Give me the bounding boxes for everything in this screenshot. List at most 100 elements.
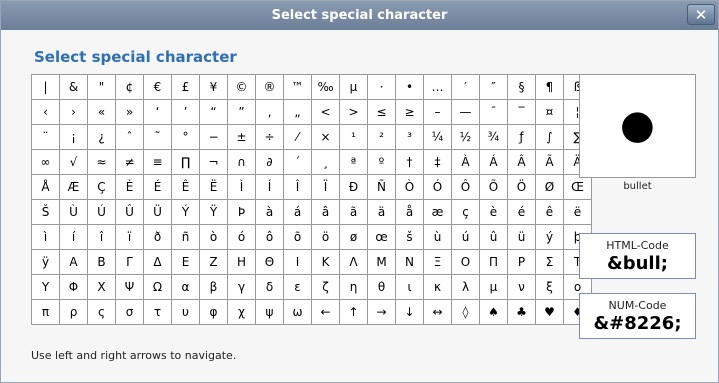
character-cell[interactable]: | [31,74,60,100]
character-cell[interactable]: Ζ [199,249,228,275]
character-cell[interactable]: Ç [87,174,116,200]
character-cell[interactable]: ë [563,199,592,225]
character-cell[interactable]: å [395,199,424,225]
character-cell[interactable]: ý [535,224,564,250]
character-cell[interactable]: ≈ [87,149,116,175]
character-cell[interactable]: Û [115,199,144,225]
character-cell[interactable]: è [479,199,508,225]
character-cell[interactable]: − [199,124,228,150]
character-cell[interactable]: δ [255,274,284,300]
character-cell[interactable]: ⁄ [283,124,312,150]
character-cell[interactable]: " [87,74,116,100]
character-cell[interactable]: Ê [171,174,200,200]
character-cell[interactable]: ¹ [339,124,368,150]
character-cell[interactable]: η [339,274,368,300]
character-cell[interactable]: Χ [87,274,116,300]
character-cell[interactable]: á [283,199,312,225]
character-cell[interactable]: é [507,199,536,225]
character-cell[interactable]: χ [227,299,256,325]
character-cell[interactable]: ´ [283,149,312,175]
character-cell[interactable]: Σ [535,249,564,275]
character-cell[interactable]: γ [227,274,256,300]
character-cell[interactable]: ≤ [367,99,396,125]
character-cell[interactable]: Ù [59,199,88,225]
character-cell[interactable]: ¼ [423,124,452,150]
character-cell[interactable]: × [311,124,340,150]
character-cell[interactable]: Φ [59,274,88,300]
character-cell[interactable]: < [311,99,340,125]
character-cell[interactable]: Γ [115,249,144,275]
character-cell[interactable]: Ð [339,174,368,200]
character-cell[interactable]: – [423,99,452,125]
character-cell[interactable]: ς [87,299,116,325]
character-cell[interactable]: Å [31,174,60,200]
character-cell[interactable]: Υ [31,274,60,300]
character-cell[interactable]: ∏ [171,149,200,175]
character-cell[interactable]: ½ [451,124,480,150]
character-cell[interactable]: ° [171,124,200,150]
character-cell[interactable]: ‰ [311,74,340,100]
character-cell[interactable]: ø [339,224,368,250]
character-cell[interactable]: ← [311,299,340,325]
character-cell[interactable]: Ÿ [199,199,228,225]
character-cell[interactable]: ′ [451,74,480,100]
character-cell[interactable]: Õ [479,174,508,200]
character-cell[interactable]: & [59,74,88,100]
character-cell[interactable]: Â [507,149,536,175]
character-cell[interactable]: ↓ [395,299,424,325]
character-cell[interactable]: θ [367,274,396,300]
character-cell[interactable]: ∂ [255,149,284,175]
character-cell[interactable]: ™ [283,74,312,100]
character-cell[interactable]: ® [255,74,284,100]
character-cell[interactable]: ∩ [227,149,256,175]
character-cell[interactable]: ƒ [507,124,536,150]
character-cell[interactable]: Α [59,249,88,275]
title-bar[interactable]: Select special character ✕ [1,1,718,30]
character-cell[interactable]: ñ [171,224,200,250]
character-cell[interactable]: « [87,99,116,125]
character-cell[interactable]: ζ [311,274,340,300]
character-cell[interactable]: â [311,199,340,225]
character-cell[interactable]: Á [479,149,508,175]
character-cell[interactable]: ì [31,224,60,250]
character-cell[interactable]: Ρ [507,249,536,275]
character-cell[interactable]: ó [227,224,256,250]
character-cell[interactable]: · [367,74,396,100]
character-cell[interactable]: ª [339,149,368,175]
character-cell[interactable]: Ξ [423,249,452,275]
character-cell[interactable]: È [115,174,144,200]
character-cell[interactable]: º [367,149,396,175]
character-cell[interactable]: → [367,299,396,325]
character-cell[interactable]: ü [507,224,536,250]
character-cell[interactable]: ≥ [395,99,424,125]
character-cell[interactable]: ≠ [115,149,144,175]
character-cell[interactable]: æ [423,199,452,225]
character-cell[interactable]: ï [115,224,144,250]
character-cell[interactable]: ³ [395,124,424,150]
character-cell[interactable]: ã [339,199,368,225]
character-cell[interactable]: ¾ [479,124,508,150]
character-cell[interactable]: ± [227,124,256,150]
character-cell[interactable]: „ [283,99,312,125]
character-cell[interactable]: Μ [367,249,396,275]
character-cell[interactable]: ↔ [423,299,452,325]
character-cell[interactable]: Ν [395,249,424,275]
character-cell[interactable]: ö [311,224,340,250]
character-cell[interactable]: ∞ [31,149,60,175]
character-cell[interactable]: ¿ [87,124,116,150]
character-cell[interactable]: » [115,99,144,125]
character-cell[interactable]: ¬ [199,149,228,175]
character-cell[interactable]: ι [395,274,424,300]
character-cell[interactable]: • [395,74,424,100]
character-cell[interactable]: Ã [535,149,564,175]
character-cell[interactable]: ˆ [115,124,144,150]
character-cell[interactable]: Κ [311,249,340,275]
character-cell[interactable]: õ [283,224,312,250]
character-cell[interactable]: µ [339,74,368,100]
character-cell[interactable]: ç [451,199,480,225]
character-cell[interactable]: ò [199,224,228,250]
character-cell[interactable]: ω [283,299,312,325]
character-cell[interactable]: — [451,99,480,125]
character-cell[interactable]: ÷ [255,124,284,150]
character-cell[interactable]: £ [171,74,200,100]
